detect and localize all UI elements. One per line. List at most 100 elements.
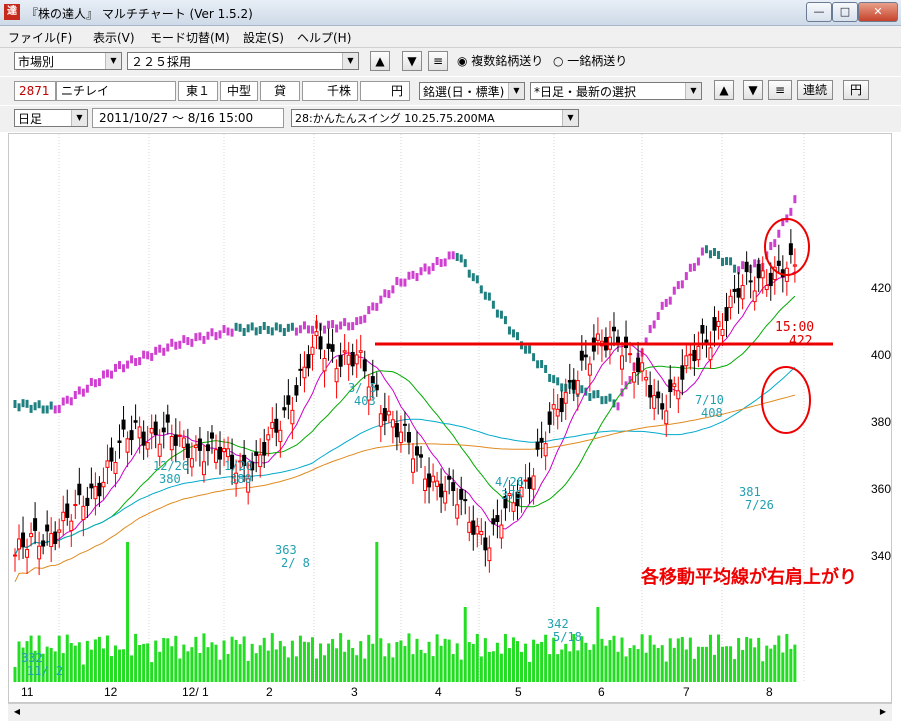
candle-body: [475, 525, 480, 535]
strength-bar: [138, 357, 142, 366]
scroll-left-icon[interactable]: ◀: [10, 706, 24, 718]
radio-multi[interactable]: ◉ 複数銘柄送り: [457, 52, 543, 69]
strength-bar: [495, 309, 499, 318]
strength-bar: [335, 324, 339, 333]
last-price-label: 422: [789, 334, 812, 349]
strength-bar: [45, 405, 49, 414]
period-select[interactable]: 日足 ▼: [14, 109, 88, 127]
chevron-down-icon: ▼: [105, 53, 121, 69]
volume-bar: [447, 639, 451, 682]
continuous-button[interactable]: 連続: [797, 80, 833, 100]
volume-bar: [258, 645, 262, 682]
candle-body: [197, 438, 202, 451]
indicator-select[interactable]: 28:かんたんスイング 10.25.75.200MA ▼: [291, 109, 579, 127]
candle-body: [672, 383, 677, 388]
market-select-value: 市場別: [18, 55, 55, 69]
candle-body: [423, 478, 428, 492]
menu-file[interactable]: ファイル(F): [8, 29, 72, 46]
strength-bar: [411, 270, 415, 279]
volume-bar: [81, 664, 85, 682]
menu-mode[interactable]: モード切替(M): [150, 29, 230, 46]
candle-body: [491, 518, 496, 525]
volume-bar: [725, 646, 729, 682]
strength-bar: [391, 285, 395, 294]
horizontal-scrollbar[interactable]: ◀ ▶: [8, 703, 892, 721]
annotation-line-2: 408: [701, 406, 723, 420]
candle-body: [89, 483, 94, 489]
chevron-down-icon: ▼: [685, 83, 701, 99]
menu-view[interactable]: 表示(V): [93, 29, 135, 46]
index-select[interactable]: ２２５採用 ▼: [127, 52, 359, 70]
strength-bar: [648, 325, 652, 334]
candle-body: [406, 432, 411, 443]
candle-body: [226, 448, 231, 458]
candle-body: [109, 447, 114, 462]
yen-button[interactable]: 円: [843, 80, 869, 100]
toolbar-market: 市場別 ▼ ２２５採用 ▼ ▲ ▼ ≡: [0, 48, 901, 76]
x-tick-label: 6: [598, 685, 605, 699]
candle-body: [85, 497, 90, 506]
list-button[interactable]: ≡: [428, 51, 448, 71]
strength-bar: [487, 292, 491, 301]
candle-body: [137, 426, 142, 439]
volume-bar: [616, 651, 620, 682]
close-button[interactable]: ✕: [858, 2, 898, 22]
preset-select[interactable]: *日足・最新の選択 ▼: [530, 82, 702, 100]
menu-bar: ファイル(F) 表示(V) モード切替(M) 設定(S) ヘルプ(H): [0, 26, 901, 48]
candle-body: [447, 475, 452, 480]
menu-help[interactable]: ヘルプ(H): [297, 29, 351, 46]
strength-bar: [234, 322, 238, 331]
menu-settings[interactable]: 設定(S): [243, 29, 284, 46]
volume-bar: [467, 642, 471, 682]
strength-bar: [258, 325, 262, 334]
candle-body: [326, 343, 331, 349]
candle-body: [270, 422, 275, 429]
strength-bar: [704, 245, 708, 254]
volume-bar: [190, 647, 194, 682]
candle-body: [676, 390, 681, 400]
volume-bar: [97, 636, 101, 682]
sort-select[interactable]: 銘選(日・標準) ▼: [419, 82, 525, 100]
volume-bar: [274, 649, 278, 682]
candle-body: [21, 532, 26, 547]
candle-body: [29, 533, 34, 538]
volume-bar: [89, 649, 93, 682]
volume-bar: [162, 637, 166, 682]
volume-bar: [451, 654, 455, 682]
candle-body: [282, 407, 287, 411]
volume-bar: [250, 643, 254, 682]
volume-bar: [503, 634, 507, 682]
prev-preset-button[interactable]: ▲: [714, 80, 734, 100]
volume-bar: [624, 656, 628, 682]
candle-body: [419, 454, 424, 458]
prev-stock-button[interactable]: ▲: [370, 51, 390, 71]
strength-bar: [122, 364, 126, 373]
unit-label: 千株: [302, 81, 358, 101]
maximize-button[interactable]: □: [832, 2, 858, 22]
candle-body: [262, 441, 267, 456]
candle-body: [382, 408, 387, 422]
minimize-button[interactable]: —: [806, 2, 832, 22]
candle-body: [740, 284, 745, 300]
market-select[interactable]: 市場別 ▼: [14, 52, 122, 70]
strength-bar: [592, 390, 596, 399]
candle-body: [362, 359, 367, 372]
strength-bar: [528, 345, 532, 354]
strength-bar: [407, 271, 411, 280]
radio-single[interactable]: ○ 一銘柄送り: [553, 52, 627, 69]
preset-list-button[interactable]: ≡: [768, 80, 792, 100]
strength-bar: [387, 290, 391, 299]
strength-bar: [712, 247, 716, 256]
volume-bar: [294, 656, 298, 682]
scroll-right-icon[interactable]: ▶: [876, 706, 890, 718]
next-stock-button[interactable]: ▼: [402, 51, 422, 71]
last-time-label: 15:00: [775, 320, 814, 335]
volume-bar: [741, 650, 745, 682]
strength-bar: [435, 257, 439, 266]
volume-bar: [660, 645, 664, 682]
volume-bar: [700, 646, 704, 682]
volume-bar: [415, 638, 419, 682]
annotation-line-1: 342: [547, 617, 569, 631]
volume-bar: [439, 645, 443, 682]
next-preset-button[interactable]: ▼: [743, 80, 763, 100]
